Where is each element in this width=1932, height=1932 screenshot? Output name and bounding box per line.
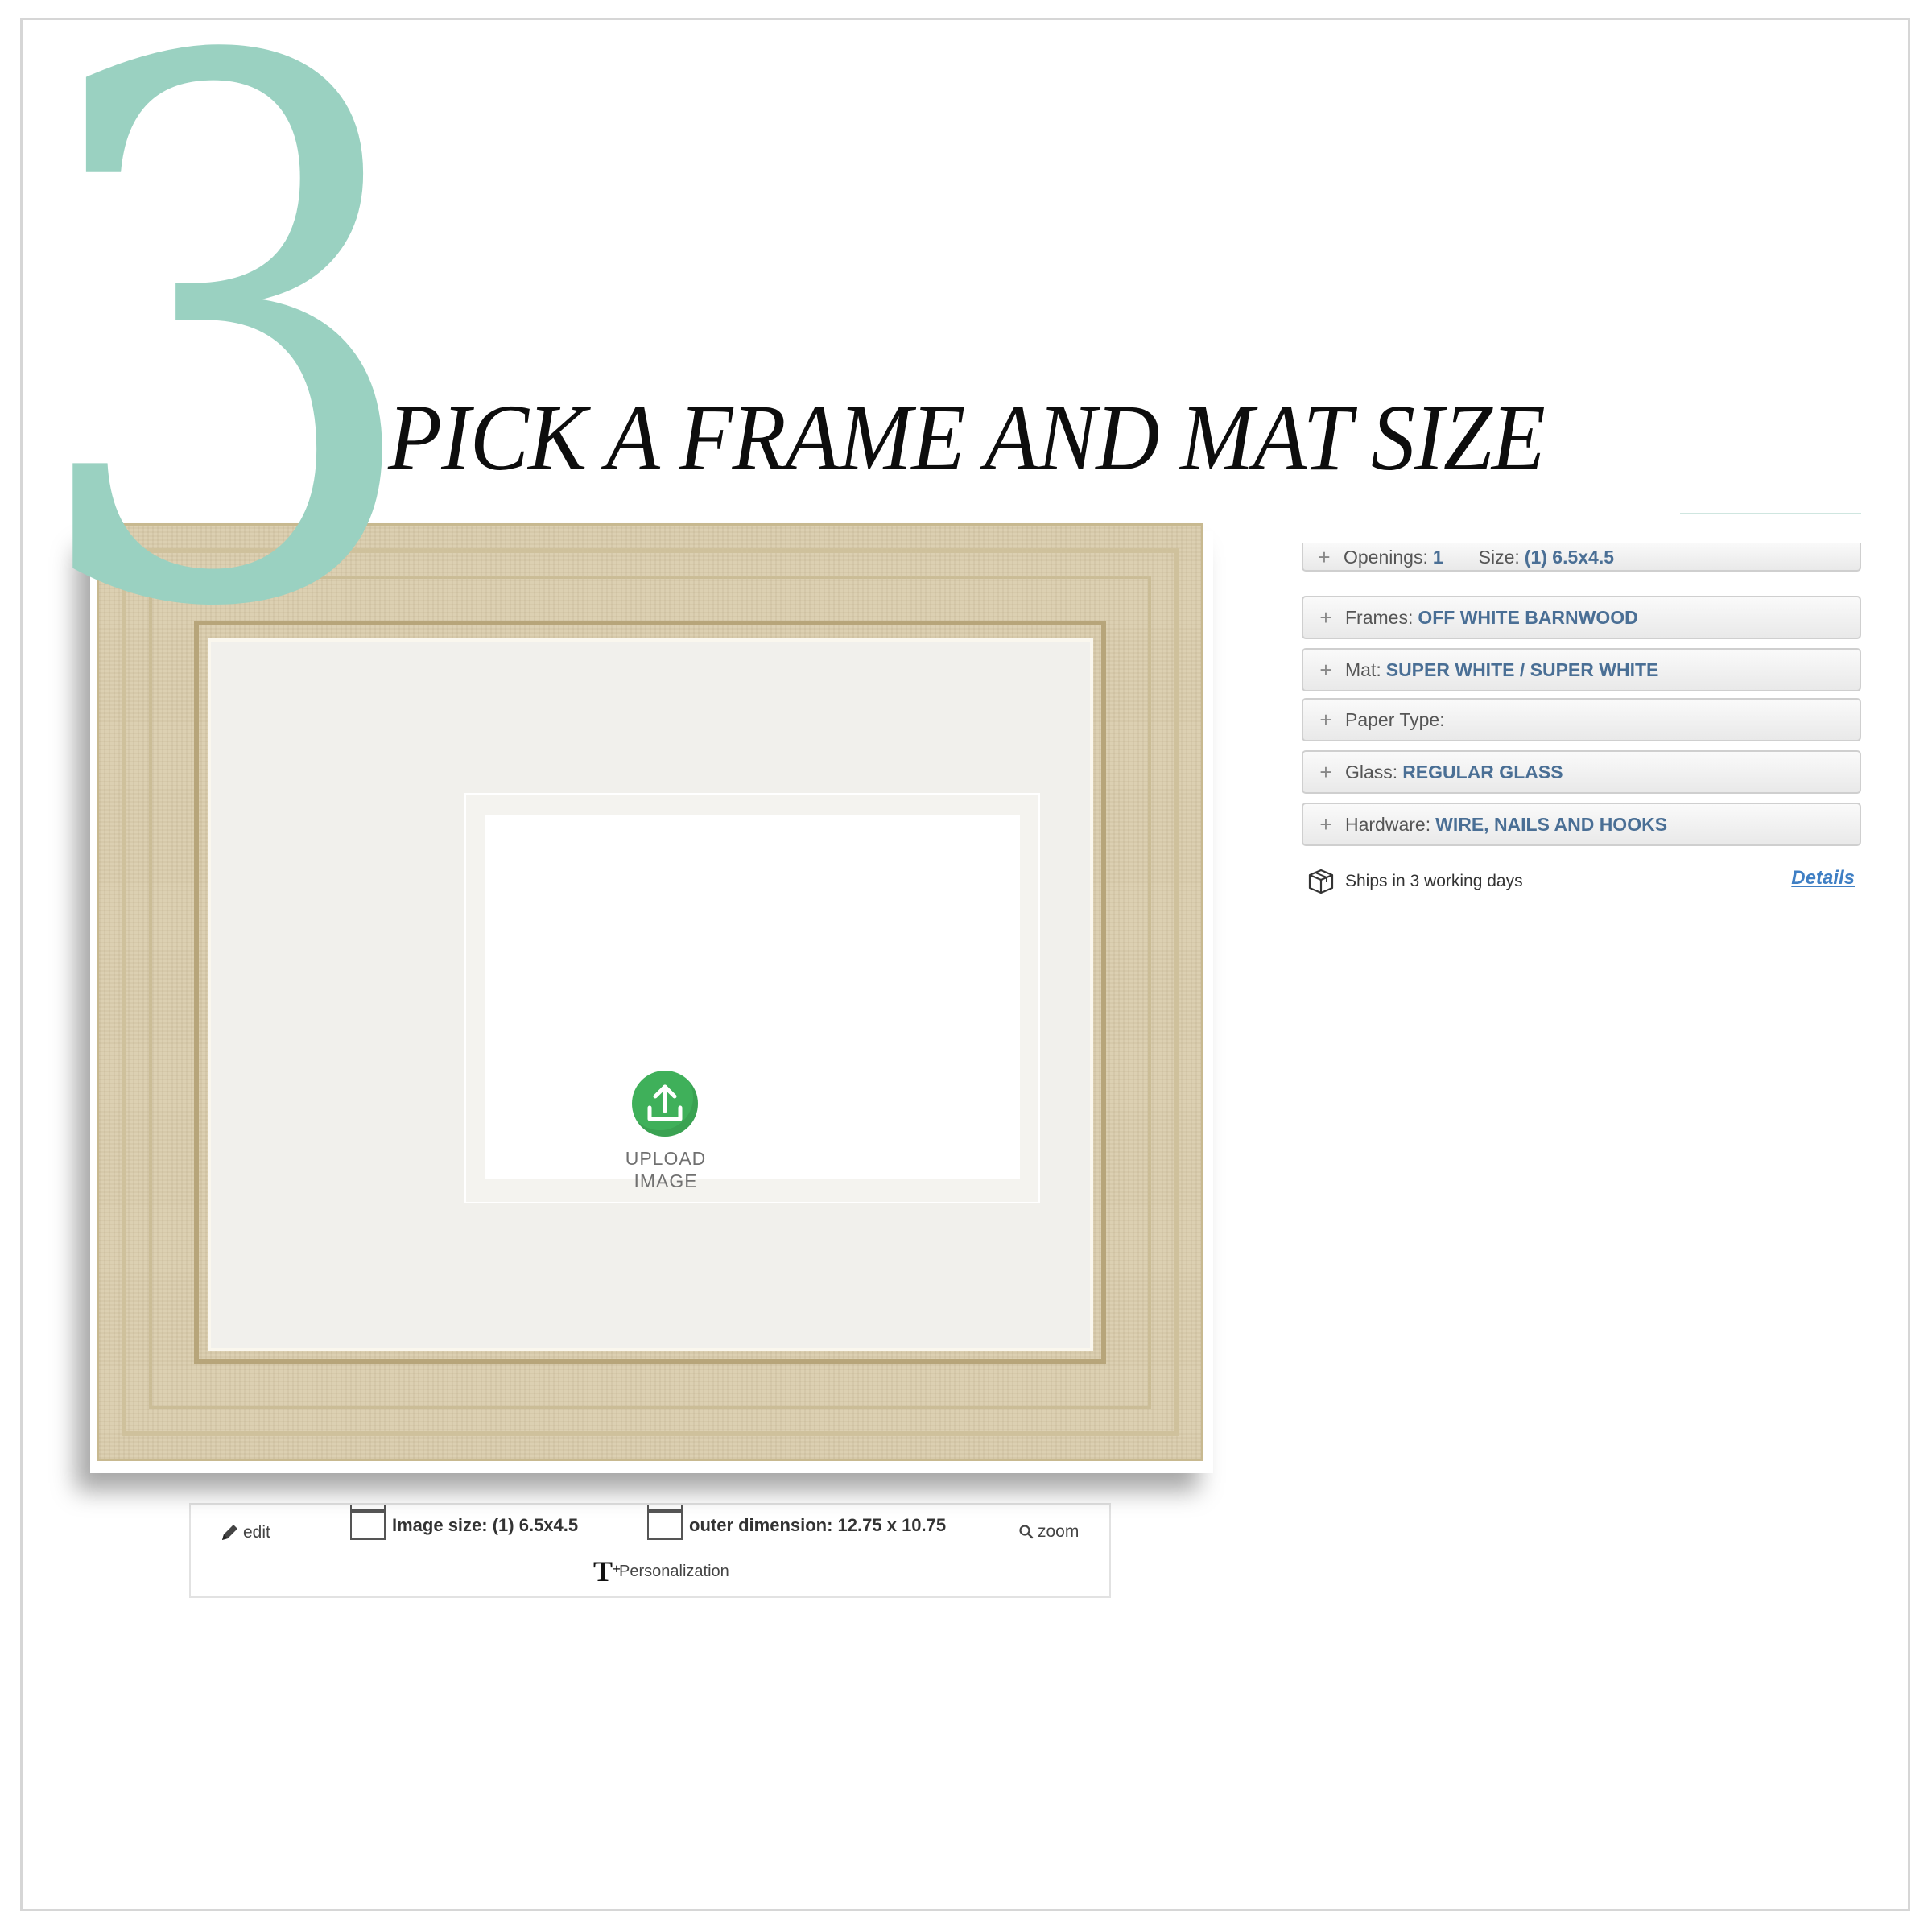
option-glass[interactable]: + Glass: REGULAR GLASS xyxy=(1302,750,1861,794)
ships-text: Ships in 3 working days xyxy=(1345,872,1523,890)
expand-plus-icon: + xyxy=(1319,605,1332,630)
package-box-icon xyxy=(1308,869,1334,894)
page: 3 PICK A FRAME AND MAT SIZE UPLOAD IMAGE xyxy=(0,0,1932,1932)
upload-icon[interactable] xyxy=(632,1071,698,1137)
pencil-icon xyxy=(222,1525,237,1540)
photo-drop-area[interactable] xyxy=(485,815,1020,1179)
edit-button[interactable]: edit xyxy=(219,1522,270,1543)
image-size-label: Image size: (1) 6.5x4.5 xyxy=(392,1515,579,1535)
glass-label: Glass: xyxy=(1345,761,1398,782)
size-value: (1) 6.5x4.5 xyxy=(1524,546,1615,568)
magnifier-icon xyxy=(1019,1525,1034,1539)
expand-plus-icon: + xyxy=(1318,544,1331,569)
zoom-label: zoom xyxy=(1038,1522,1080,1541)
upload-image-label[interactable]: UPLOAD IMAGE xyxy=(585,1147,746,1192)
outer-dimension-info: outer dimension: 12.75 x 10.75 xyxy=(647,1505,947,1540)
options-top-accent-line xyxy=(1680,513,1861,514)
expand-plus-icon: + xyxy=(1319,707,1332,732)
hardware-label: Hardware: xyxy=(1345,813,1431,835)
upload-label-line1: UPLOAD xyxy=(625,1148,707,1169)
size-label: Size: xyxy=(1478,546,1520,568)
step-number: 3 xyxy=(24,0,429,769)
edit-label: edit xyxy=(243,1523,270,1542)
openings-label: Openings: xyxy=(1344,546,1428,568)
outer-dimension-label: outer dimension: 12.75 x 10.75 xyxy=(689,1515,947,1535)
text-add-icon: T + xyxy=(593,1555,621,1587)
frames-value: OFF WHITE BARNWOOD xyxy=(1418,606,1638,628)
mat-value: SUPER WHITE / SUPER WHITE xyxy=(1385,658,1659,680)
zoom-button[interactable]: zoom xyxy=(1018,1522,1079,1542)
personalization-label: Personalization xyxy=(619,1562,729,1580)
expand-plus-icon: + xyxy=(1319,811,1332,836)
option-mat[interactable]: + Mat: SUPER WHITE / SUPER WHITE xyxy=(1302,648,1861,691)
frames-label: Frames: xyxy=(1345,606,1414,628)
paper-type-label: Paper Type: xyxy=(1345,708,1445,730)
hardware-value: WIRE, NAILS AND HOOKS xyxy=(1435,813,1668,835)
details-link[interactable]: Details xyxy=(1791,867,1855,890)
option-openings[interactable]: + Openings: 1 Size: (1) 6.5x4.5 xyxy=(1302,540,1861,574)
option-paper-type[interactable]: + Paper Type: xyxy=(1302,698,1861,741)
mat-label: Mat: xyxy=(1345,658,1381,680)
upload-label-line2: IMAGE xyxy=(634,1170,698,1191)
glass-value: REGULAR GLASS xyxy=(1402,761,1563,782)
openings-value: 1 xyxy=(1432,546,1443,568)
step-heading: PICK A FRAME AND MAT SIZE xyxy=(388,385,1546,490)
outer-dimension-icon xyxy=(647,1505,683,1540)
image-size-icon xyxy=(350,1505,386,1540)
option-frames[interactable]: + Frames: OFF WHITE BARNWOOD xyxy=(1302,596,1861,639)
image-size-info: Image size: (1) 6.5x4.5 xyxy=(350,1505,579,1540)
option-hardware[interactable]: + Hardware: WIRE, NAILS AND HOOKS xyxy=(1302,803,1861,846)
preview-toolbar: edit Image size: (1) 6.5x4.5 outer dimen… xyxy=(189,1503,1111,1598)
expand-plus-icon: + xyxy=(1319,759,1332,784)
personalization-button[interactable]: T + Personalization xyxy=(593,1554,729,1588)
expand-plus-icon: + xyxy=(1319,657,1332,682)
shipping-info: Ships in 3 working days Details xyxy=(1302,865,1861,898)
